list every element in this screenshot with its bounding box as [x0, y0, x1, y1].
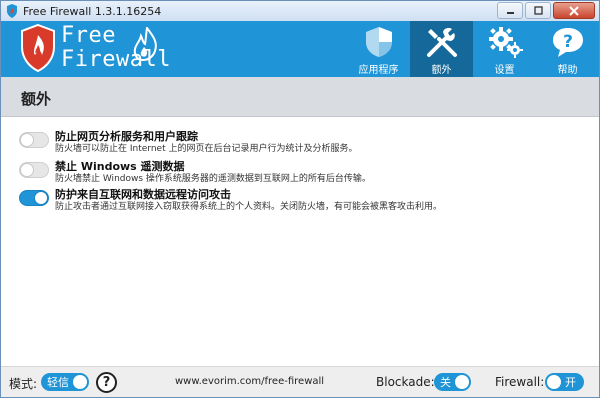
option-title: 防护来自互联网和数据远程访问攻击 [55, 188, 231, 201]
website-link[interactable]: www.evorim.com/free-firewall [175, 376, 324, 387]
main-nav: 应用程序 额外 设置 ? 帮助 [347, 21, 599, 77]
mode-toggle-knob [73, 375, 87, 389]
nav-tab-settings[interactable]: 设置 [473, 21, 536, 77]
option-windows-telemetry: 禁止 Windows 遥测数据 防火墙禁止 Windows 操作系统服务器的遥测… [19, 160, 371, 185]
option-web-tracking: 防止网页分析服务和用户跟踪 防火墙可以防止在 Internet 上的网页在后台记… [19, 130, 357, 155]
question-bubble-icon: ? [550, 25, 586, 59]
brand-flame-icon [133, 27, 157, 61]
nav-tab-help[interactable]: ? 帮助 [536, 21, 599, 77]
nav-label-settings: 设置 [494, 65, 515, 76]
shield-icon [361, 25, 397, 59]
minimize-icon [506, 12, 514, 14]
option-description: 防火墙可以防止在 Internet 上的网页在后台记录用户行为统计及分析服务。 [55, 144, 358, 154]
nav-label-help: 帮助 [557, 65, 578, 76]
option-text: 禁止 Windows 遥测数据 防火墙禁止 Windows 操作系统服务器的遥测… [55, 160, 371, 185]
option-title: 防止网页分析服务和用户跟踪 [55, 130, 198, 143]
option-text: 防止网页分析服务和用户跟踪 防火墙可以防止在 Internet 上的网页在后台记… [55, 130, 357, 155]
mode-label: 模式: [9, 377, 38, 391]
nav-label-extra: 额外 [431, 65, 452, 76]
close-icon [569, 5, 579, 16]
option-remote-attack: 防护来自互联网和数据远程访问攻击 防止攻击者通过互联网接入窃取获得系统上的个人资… [19, 188, 442, 213]
toggle-windows-telemetry[interactable] [19, 162, 49, 178]
option-description: 防火墙禁止 Windows 操作系统服务器的遥测数据到互联网上的所有后台传输。 [55, 174, 371, 184]
firewall-label: Firewall: [495, 375, 545, 389]
flame-shield-icon [19, 23, 57, 76]
app-flame-icon [5, 4, 19, 18]
firewall-toggle[interactable]: 开 [545, 373, 584, 391]
window-controls [497, 2, 595, 19]
option-description: 防止攻击者通过互联网接入窃取获得系统上的个人资料。关闭防火墙，有可能会被黑客攻击… [55, 202, 443, 212]
help-symbol: ? [102, 375, 111, 390]
toggle-web-tracking[interactable] [19, 132, 49, 148]
app-header: Free Firewall 应用程序 额外 设置 ? 帮助 [1, 21, 599, 77]
toggle-remote-attack[interactable] [19, 190, 49, 206]
toggle-knob [34, 191, 48, 205]
title-bar: Free Firewall 1.3.1.16254 [1, 1, 599, 21]
gears-icon [487, 25, 523, 59]
help-button[interactable]: ? [96, 372, 117, 393]
option-title: 禁止 Windows 遥测数据 [55, 160, 185, 173]
firewall-value: 开 [565, 376, 576, 389]
page-title: 额外 [21, 90, 52, 108]
blockade-label: Blockade: [376, 375, 435, 389]
nav-tab-applications[interactable]: 应用程序 [347, 21, 410, 77]
nav-tab-extra[interactable]: 额外 [410, 21, 473, 77]
svg-text:?: ? [563, 32, 573, 52]
toggle-knob [20, 133, 34, 147]
options-panel: 防止网页分析服务和用户跟踪 防火墙可以防止在 Internet 上的网页在后台记… [1, 118, 599, 366]
status-bar: 模式: 轻信 ? www.evorim.com/free-firewall Bl… [1, 366, 599, 397]
window-title: Free Firewall 1.3.1.16254 [23, 4, 162, 18]
mode-value: 轻信 [47, 376, 69, 389]
mode-toggle[interactable]: 轻信 [41, 373, 89, 391]
tools-icon [424, 25, 460, 59]
blockade-toggle[interactable]: 关 [434, 373, 471, 391]
toggle-knob [20, 163, 34, 177]
firewall-toggle-knob [547, 375, 561, 389]
option-text: 防护来自互联网和数据远程访问攻击 防止攻击者通过互联网接入窃取获得系统上的个人资… [55, 188, 442, 213]
blockade-toggle-knob [455, 375, 469, 389]
maximize-button[interactable] [525, 2, 551, 19]
maximize-icon [533, 6, 543, 15]
close-button[interactable] [553, 2, 595, 19]
blockade-value: 关 [440, 376, 451, 389]
app-window: Free Firewall 1.3.1.16254 Free Firewall [0, 0, 600, 398]
minimize-button[interactable] [497, 2, 523, 19]
nav-label-applications: 应用程序 [358, 65, 399, 76]
section-header: 额外 [1, 77, 599, 117]
